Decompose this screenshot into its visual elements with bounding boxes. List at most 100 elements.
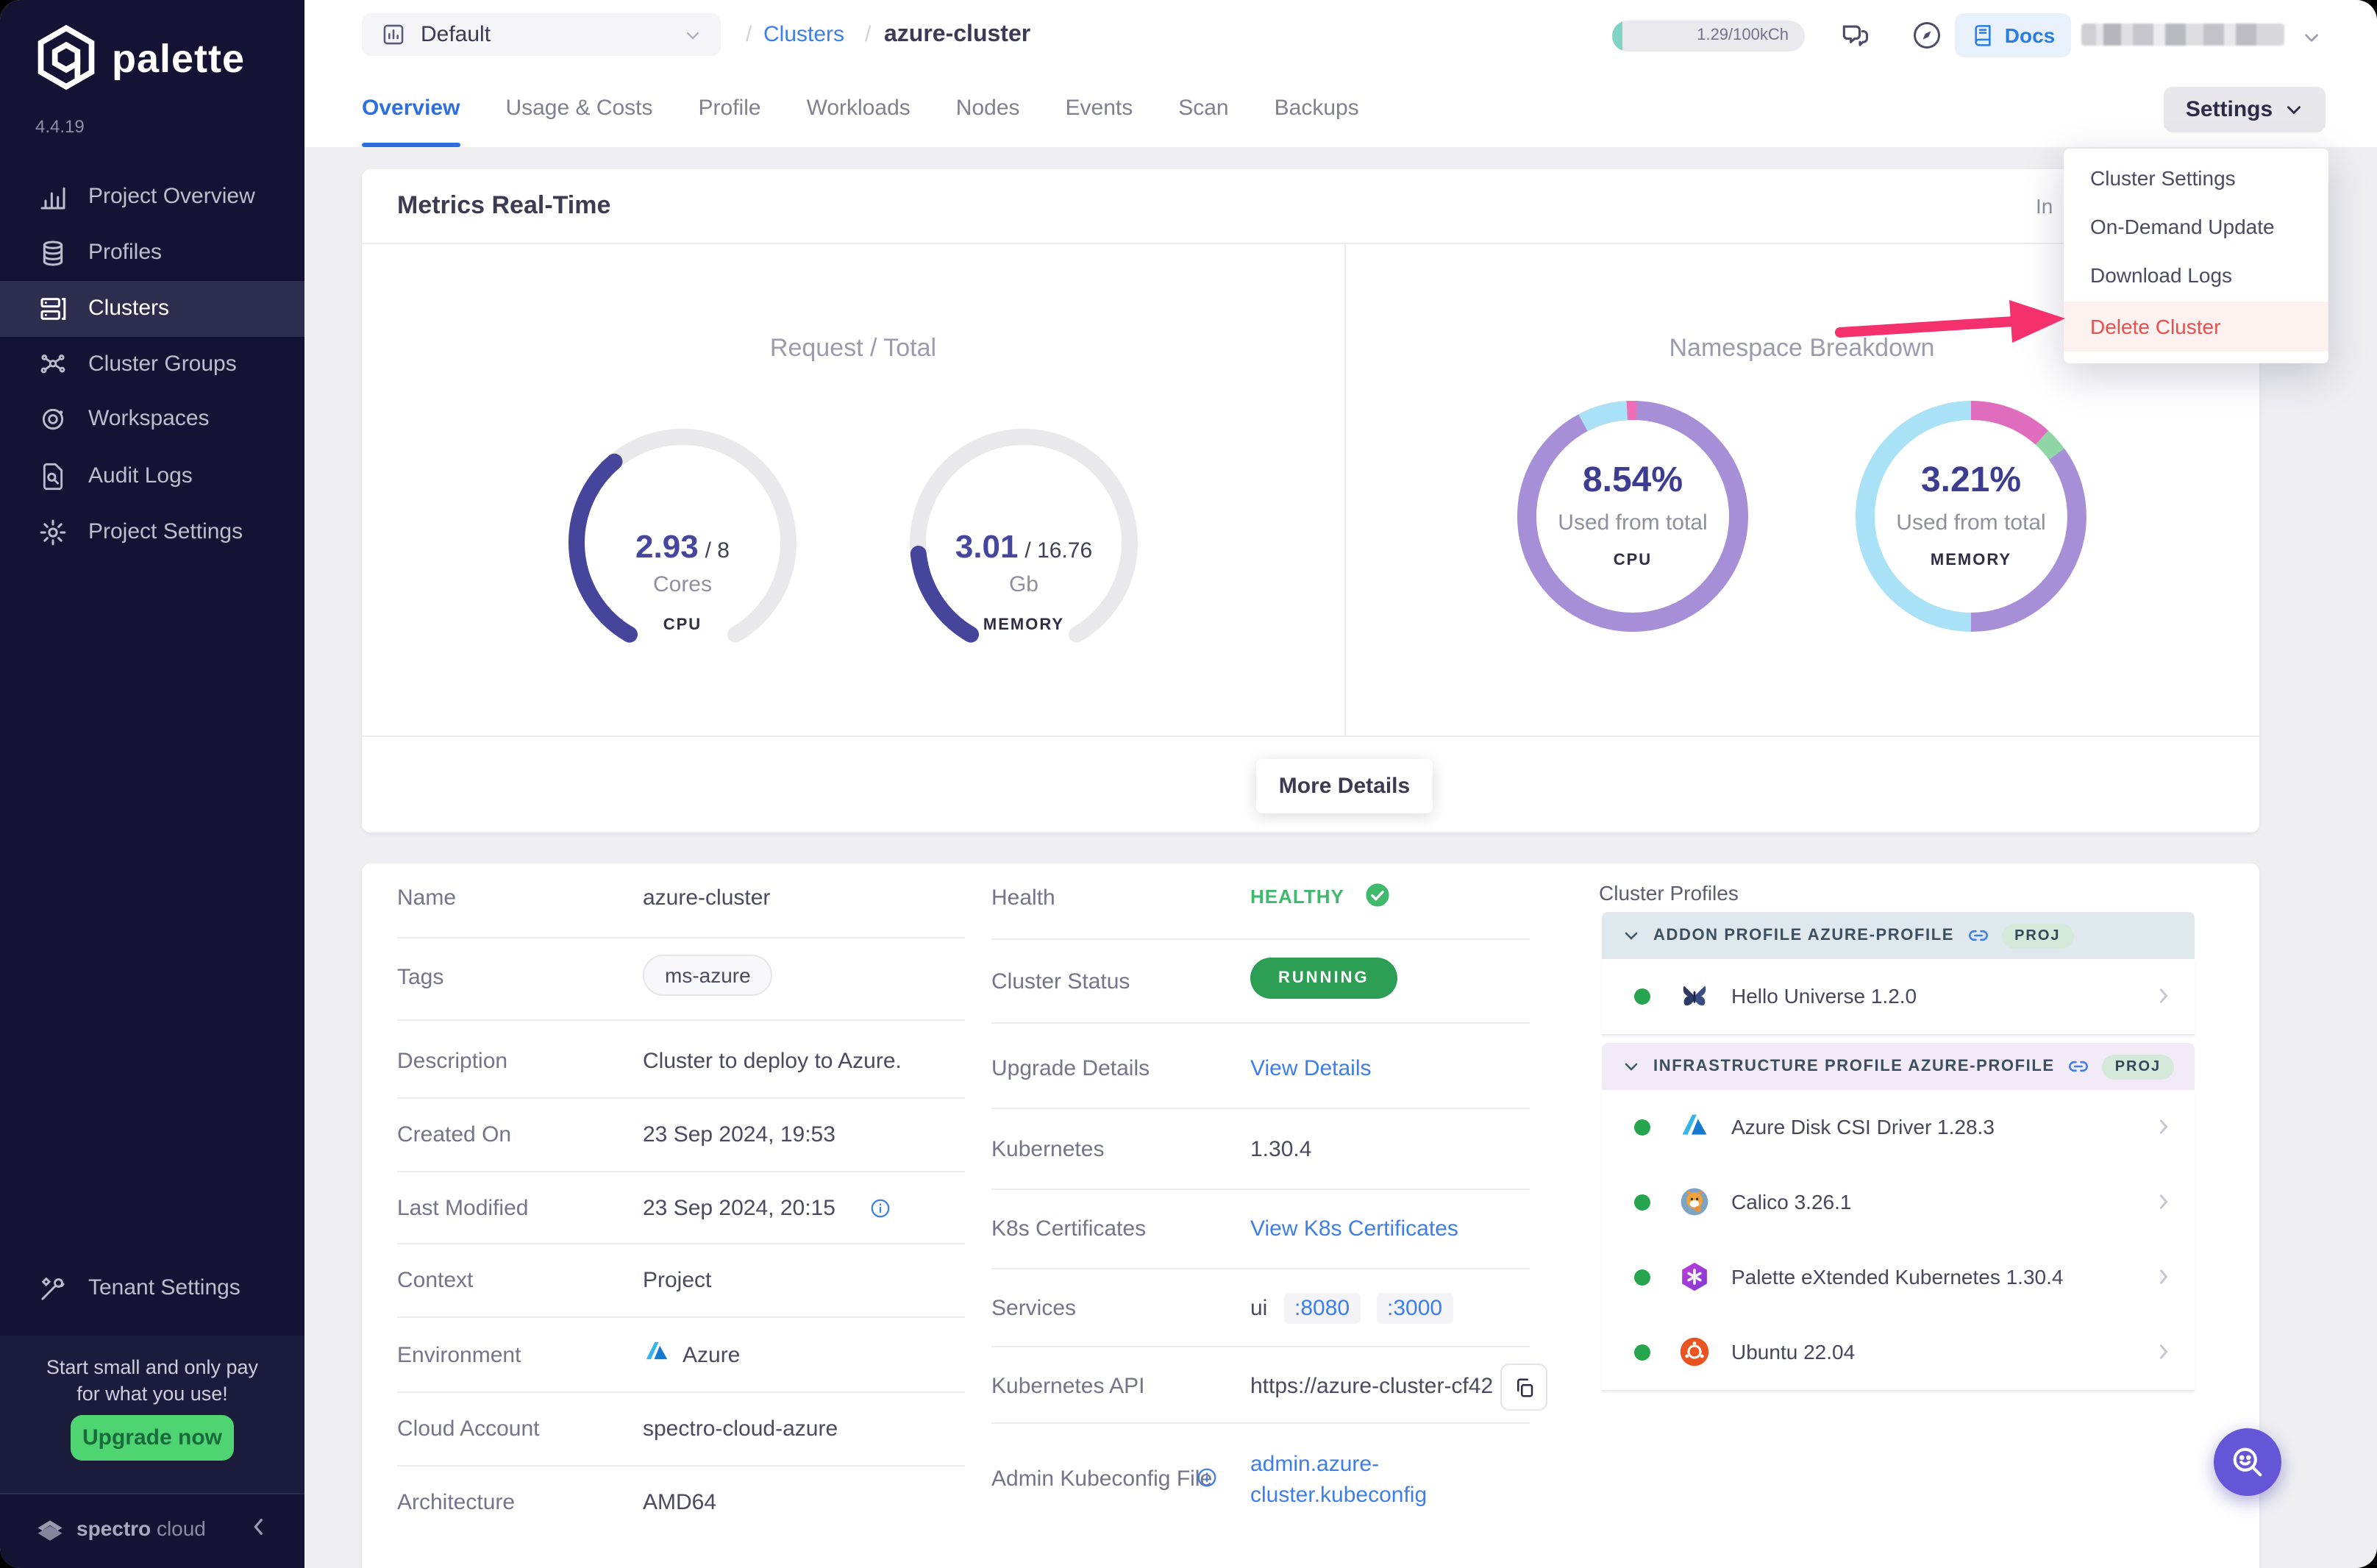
usage-text: 1.29/100kCh xyxy=(1697,21,1789,51)
sidebar-item-workspaces[interactable]: Workspaces xyxy=(0,391,304,447)
profile-item-label: Azure Disk CSI Driver 1.28.3 xyxy=(1731,1090,1995,1165)
tab-profile[interactable]: Profile xyxy=(699,71,761,147)
link-icon[interactable] xyxy=(1967,925,1988,946)
footer-brand-light: cloud xyxy=(157,1517,206,1540)
compass-icon[interactable] xyxy=(1911,19,1943,51)
profile-item-label: Ubuntu 22.04 xyxy=(1731,1315,1855,1390)
book-icon xyxy=(1971,24,1995,47)
brand-name: palette xyxy=(112,37,245,82)
menu-item-download-logs[interactable]: Download Logs xyxy=(2064,252,2328,300)
sidebar-item-cluster-groups[interactable]: Cluster Groups xyxy=(0,337,304,393)
kubeconfig-file-link-line2[interactable]: cluster.kubeconfig xyxy=(1250,1483,1427,1508)
calico-cat-icon xyxy=(1678,1186,1711,1218)
infrastructure-profile-header[interactable]: INFRASTRUCTURE PROFILE AZURE-PROFILE PRO… xyxy=(1602,1043,2195,1090)
proj-badge: PROJ xyxy=(2001,923,2073,948)
service-port-link[interactable]: :8080 xyxy=(1284,1293,1360,1324)
memory-namespace-donut: 3.21% Used from total MEMORY xyxy=(1853,399,2089,634)
menu-item-delete-cluster[interactable]: Delete Cluster xyxy=(2064,302,2328,352)
k8s-certificates-label: K8s Certificates xyxy=(991,1216,1146,1241)
sidebar-item-project-overview[interactable]: Project Overview xyxy=(0,169,304,225)
sidebar-item-project-settings[interactable]: Project Settings xyxy=(0,505,304,560)
kubernetes-api-value: https://azure-cluster-cf42... xyxy=(1250,1374,1493,1399)
cpu-gauge-unit: Cores xyxy=(565,572,800,597)
sidebar-item-clusters[interactable]: Clusters xyxy=(0,281,304,337)
chevron-down-icon xyxy=(1622,927,1640,944)
sidebar-item-label: Audit Logs xyxy=(88,449,193,505)
tab-overview[interactable]: Overview xyxy=(362,71,460,147)
sidebar-footer: spectro cloud xyxy=(0,1493,304,1568)
server-icon xyxy=(38,294,68,324)
settings-button[interactable]: Settings xyxy=(2164,87,2326,132)
copy-icon xyxy=(1513,1376,1535,1398)
project-selector[interactable]: Default xyxy=(362,13,721,56)
azure-icon xyxy=(643,1339,671,1366)
collapse-sidebar-icon[interactable] xyxy=(247,1515,271,1539)
memory-donut-percent: 3.21% xyxy=(1853,460,2089,502)
tab-backups[interactable]: Backups xyxy=(1275,71,1359,147)
upgrade-promo: Start small and only pay for what you us… xyxy=(0,1336,304,1493)
sidebar-item-label: Project Settings xyxy=(88,505,243,560)
usage-quota-badge: 1.29/100kCh xyxy=(1612,21,1805,51)
project-icon xyxy=(381,22,406,47)
breadcrumb-separator: / xyxy=(746,0,752,71)
magnifier-smiley-icon xyxy=(2228,1443,2267,1481)
addon-profile-header-label: ADDON PROFILE AZURE-PROFILE xyxy=(1653,927,1954,944)
cluster-status-label: Cluster Status xyxy=(991,969,1130,994)
user-menu-chevron-icon[interactable] xyxy=(2302,28,2321,47)
profile-row-ubuntu[interactable]: Ubuntu 22.04 xyxy=(1602,1315,2195,1391)
description-value: Cluster to deploy to Azure. xyxy=(643,1049,902,1074)
view-details-link[interactable]: View Details xyxy=(1250,1056,1372,1081)
metrics-title: Metrics Real-Time xyxy=(397,191,610,221)
tag-chip: ms-azure xyxy=(643,955,773,996)
service-port-link[interactable]: :3000 xyxy=(1377,1293,1453,1324)
breadcrumb-current: azure-cluster xyxy=(884,0,1030,71)
sidebar-item-profiles[interactable]: Profiles xyxy=(0,225,304,281)
gear-icon xyxy=(38,518,68,547)
name-label: Name xyxy=(397,885,456,910)
palette-logo-icon xyxy=(32,24,100,91)
status-dot xyxy=(1634,1344,1650,1361)
upgrade-now-button[interactable]: Upgrade now xyxy=(71,1415,234,1461)
running-status-pill[interactable]: RUNNING xyxy=(1250,958,1397,999)
addon-profile-header[interactable]: ADDON PROFILE AZURE-PROFILE PROJ xyxy=(1602,912,2195,959)
page: palette 4.4.19 Project Overview Profiles… xyxy=(0,0,2377,1568)
profile-row-azure-disk[interactable]: Azure Disk CSI Driver 1.28.3 xyxy=(1602,1090,2195,1166)
tab-nodes[interactable]: Nodes xyxy=(956,71,1020,147)
kubeconfig-file-link-line1[interactable]: admin.azure- xyxy=(1250,1452,1379,1477)
view-k8s-certificates-link[interactable]: View K8s Certificates xyxy=(1250,1216,1458,1241)
request-total-title: Request / Total xyxy=(362,334,1344,363)
chevron-right-icon xyxy=(2153,1341,2174,1362)
cpu-gauge-total: / 8 xyxy=(705,538,730,563)
profile-row-palette-extended-kubernetes[interactable]: Palette eXtended Kubernetes 1.30.4 xyxy=(1602,1240,2195,1316)
more-details-button[interactable]: More Details xyxy=(1256,759,1433,813)
footer-brand-bold: spectro xyxy=(76,1517,151,1540)
user-name-redacted[interactable] xyxy=(2081,24,2284,46)
last-modified-label: Last Modified xyxy=(397,1196,528,1221)
environment-label: Environment xyxy=(397,1343,521,1368)
profile-row-hello-universe[interactable]: Hello Universe 1.2.0 xyxy=(1602,959,2195,1036)
tabs-bar: Overview Usage & Costs Profile Workloads… xyxy=(304,71,2377,147)
breadcrumb-clusters-link[interactable]: Clusters xyxy=(763,0,844,71)
tab-events[interactable]: Events xyxy=(1066,71,1133,147)
info-icon[interactable] xyxy=(869,1197,891,1219)
info-icon[interactable] xyxy=(1196,1467,1218,1489)
help-search-fab[interactable] xyxy=(2214,1428,2281,1496)
architecture-label: Architecture xyxy=(397,1490,515,1515)
app-version: 4.4.19 xyxy=(35,116,85,137)
docs-button[interactable]: Docs xyxy=(1955,13,2071,57)
chat-icon[interactable] xyxy=(1839,19,1871,51)
pxk-hexagon-icon xyxy=(1678,1261,1711,1293)
menu-item-cluster-settings[interactable]: Cluster Settings xyxy=(2064,154,2328,203)
copy-api-button[interactable] xyxy=(1500,1364,1547,1411)
tab-workloads[interactable]: Workloads xyxy=(807,71,910,147)
tab-scan[interactable]: Scan xyxy=(1178,71,1228,147)
menu-item-on-demand-update[interactable]: On-Demand Update xyxy=(2064,203,2328,252)
orbit-icon xyxy=(38,405,68,434)
sidebar-item-tenant-settings[interactable]: Tenant Settings xyxy=(0,1261,304,1316)
doc-search-icon xyxy=(38,462,68,491)
link-icon[interactable] xyxy=(2068,1056,2089,1077)
tab-usage-costs[interactable]: Usage & Costs xyxy=(505,71,652,147)
sidebar-item-audit-logs[interactable]: Audit Logs xyxy=(0,449,304,505)
profile-row-calico[interactable]: Calico 3.26.1 xyxy=(1602,1165,2195,1241)
settings-dropdown-menu: Cluster Settings On-Demand Update Downlo… xyxy=(2064,149,2328,363)
